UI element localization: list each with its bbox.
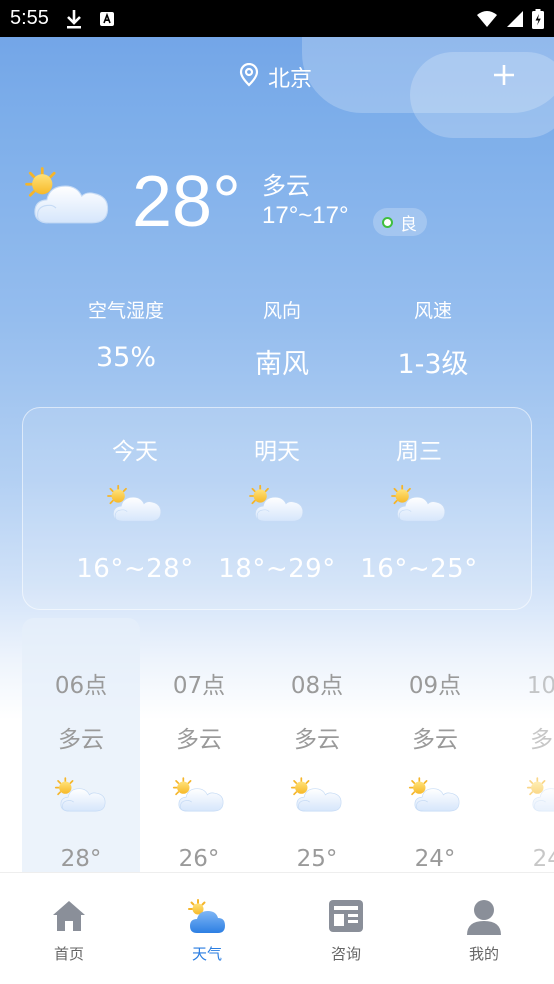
hour-temp: 26°	[178, 846, 220, 872]
daily-forecast-card: 今天 16°~28° 明天 18°~29° 周三 16°~25°	[22, 407, 532, 610]
current-temperature: 28°	[132, 162, 241, 242]
stat-label: 风速	[413, 300, 452, 322]
hourly-item[interactable]: 06点 多云 28°	[22, 618, 140, 872]
header: 北京	[0, 37, 554, 113]
partly-cloudy-icon	[389, 484, 449, 530]
partly-cloudy-icon	[53, 776, 109, 820]
hourly-forecast[interactable]: 06点 多云 28° 07点 多云 26° 08点 多云 25° 09点 多云 …	[0, 618, 554, 872]
nav-profile[interactable]: 我的	[415, 873, 553, 984]
wifi-icon	[476, 10, 498, 28]
forecast-day[interactable]: 周三 16°~25°	[348, 408, 490, 608]
wind-direction-stat: 风向 南风	[202, 296, 362, 381]
partly-cloudy-icon	[247, 484, 307, 530]
plus-icon	[494, 65, 514, 85]
nav-news[interactable]: 咨询	[277, 873, 415, 984]
keyboard-a-icon	[99, 11, 115, 27]
weather-icon	[187, 899, 227, 939]
stat-label: 风向	[262, 300, 301, 322]
profile-icon	[466, 899, 502, 939]
humidity-stat: 空气湿度 35%	[46, 296, 206, 373]
hour-temp: 24°	[532, 846, 554, 872]
partly-cloudy-icon	[289, 776, 345, 820]
partly-cloudy-icon	[105, 484, 165, 530]
current-weather: 28° 多云 17°~17° 良	[0, 160, 554, 250]
current-condition: 多云	[262, 172, 310, 200]
location-selector[interactable]: 北京	[238, 61, 312, 93]
forecast-temp-range: 18°~29°	[218, 554, 336, 584]
wind-speed-stat: 风速 1-3级	[353, 296, 513, 381]
aqi-label: 良	[400, 214, 417, 235]
forecast-temp-range: 16°~25°	[360, 554, 478, 584]
partly-cloudy-icon	[407, 776, 463, 820]
hour-condition: 多云	[530, 727, 554, 753]
nav-label: 首页	[53, 945, 84, 963]
hourly-item[interactable]: 08点 多云 25°	[258, 618, 376, 872]
nav-label: 天气	[191, 945, 222, 963]
hour-condition: 多云	[294, 727, 340, 753]
hour-condition: 多云	[412, 727, 458, 753]
hourly-item[interactable]: 10点 多云 24°	[494, 618, 554, 872]
hour-temp: 24°	[414, 846, 456, 872]
forecast-day[interactable]: 今天 16°~28°	[64, 408, 206, 608]
hour-temp: 28°	[60, 846, 102, 872]
partly-cloudy-icon	[525, 776, 554, 820]
hour-time: 07点	[172, 673, 226, 699]
location-name: 北京	[268, 67, 313, 92]
partly-cloudy-icon	[22, 165, 114, 235]
signal-icon	[506, 10, 524, 28]
news-icon	[328, 899, 364, 937]
hourly-item[interactable]: 09点 多云 24°	[376, 618, 494, 872]
stat-value: 1-3级	[397, 349, 469, 380]
air-quality-badge: 良	[373, 208, 427, 236]
hour-time: 06点	[54, 673, 108, 699]
forecast-day-label: 周三	[396, 439, 442, 465]
forecast-day-label: 明天	[254, 439, 300, 465]
forecast-temp-range: 16°~28°	[76, 554, 194, 584]
hour-temp: 25°	[296, 846, 338, 872]
nav-weather[interactable]: 天气	[138, 873, 276, 984]
battery-icon	[532, 8, 544, 29]
hour-condition: 多云	[176, 727, 222, 753]
current-temp-range: 17°~17°	[262, 202, 349, 229]
hour-condition: 多云	[58, 727, 104, 753]
home-icon	[51, 899, 87, 937]
status-time: 5:55	[10, 7, 49, 29]
forecast-day[interactable]: 明天 18°~29°	[206, 408, 348, 608]
nav-home[interactable]: 首页	[0, 873, 138, 984]
stat-label: 空气湿度	[87, 300, 164, 322]
bottom-nav: 首页 天气 咨询 我的	[0, 872, 554, 984]
hour-time: 09点	[408, 673, 462, 699]
nav-label: 咨询	[330, 945, 361, 963]
stat-value: 35%	[95, 342, 156, 373]
add-city-button[interactable]	[488, 59, 520, 91]
download-icon	[65, 9, 83, 29]
partly-cloudy-icon	[171, 776, 227, 820]
hour-time: 08点	[290, 673, 344, 699]
location-pin-icon	[238, 62, 260, 91]
weather-stats: 空气湿度 35% 风向 南风 风速 1-3级	[0, 296, 554, 386]
status-bar: 5:55	[0, 0, 554, 37]
hour-time: 10点	[526, 673, 554, 699]
forecast-day-label: 今天	[112, 439, 158, 465]
stat-value: 南风	[255, 349, 309, 380]
nav-label: 我的	[468, 945, 499, 963]
hourly-item[interactable]: 07点 多云 26°	[140, 618, 258, 872]
aqi-status-dot	[382, 216, 393, 228]
